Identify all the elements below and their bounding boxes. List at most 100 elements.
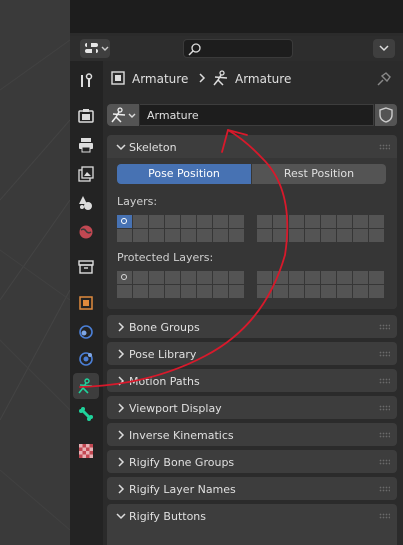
scene-tab[interactable] xyxy=(73,190,99,216)
drag-handle-icon[interactable] xyxy=(379,351,390,357)
skeleton-panel-header[interactable]: Skeleton xyxy=(107,135,397,158)
layer-toggle[interactable] xyxy=(165,215,180,228)
layer-toggle[interactable] xyxy=(337,215,352,228)
layer-toggle[interactable] xyxy=(213,229,228,242)
protected-layer-toggle[interactable] xyxy=(257,271,272,284)
layer-toggle[interactable] xyxy=(305,229,320,242)
protected-layer-toggle[interactable] xyxy=(305,271,320,284)
protected-layer-toggle[interactable] xyxy=(337,271,352,284)
protected-layer-toggle[interactable] xyxy=(353,285,368,298)
protected-layer-toggle[interactable] xyxy=(369,271,384,284)
drag-handle-icon[interactable] xyxy=(379,378,390,384)
layer-toggle[interactable] xyxy=(229,215,244,228)
pin-icon[interactable] xyxy=(376,71,392,87)
layer-toggle[interactable] xyxy=(197,215,212,228)
world-tab[interactable] xyxy=(73,219,99,245)
protected-layer-toggle[interactable] xyxy=(197,271,212,284)
layer-toggle[interactable] xyxy=(133,215,148,228)
layer-toggle[interactable] xyxy=(273,215,288,228)
inverse-kinematics-panel[interactable]: Inverse Kinematics xyxy=(107,423,397,446)
rigify-buttons-panel[interactable]: Rigify Buttons xyxy=(107,504,397,545)
layer-toggle[interactable] xyxy=(369,215,384,228)
layer-toggle[interactable] xyxy=(257,215,272,228)
layer-toggle[interactable] xyxy=(181,215,196,228)
layer-toggle[interactable] xyxy=(117,229,132,242)
protected-layer-toggle[interactable] xyxy=(213,285,228,298)
drag-handle-icon[interactable] xyxy=(379,486,390,492)
drag-handle-icon[interactable] xyxy=(379,324,390,330)
drag-handle-icon[interactable] xyxy=(379,405,390,411)
protected-layer-toggle[interactable] xyxy=(369,285,384,298)
bone-tab[interactable] xyxy=(73,401,99,427)
bone-groups-panel[interactable]: Bone Groups xyxy=(107,315,397,338)
protected-layer-toggle[interactable] xyxy=(181,285,196,298)
protected-layer-toggle[interactable] xyxy=(353,271,368,284)
layer-toggle[interactable] xyxy=(149,229,164,242)
layer-toggle[interactable] xyxy=(369,229,384,242)
output-tab[interactable] xyxy=(73,132,99,158)
layer-toggle[interactable] xyxy=(197,229,212,242)
render-tab[interactable] xyxy=(73,103,99,129)
protected-layer-toggle[interactable] xyxy=(213,271,228,284)
browse-armature-button[interactable] xyxy=(107,104,139,126)
pose-library-panel[interactable]: Pose Library xyxy=(107,342,397,365)
drag-handle-icon[interactable] xyxy=(379,513,390,519)
protected-layer-toggle[interactable] xyxy=(337,285,352,298)
3d-viewport[interactable] xyxy=(0,0,70,545)
texture-tab[interactable] xyxy=(73,438,99,464)
protected-layer-toggle[interactable] xyxy=(229,271,244,284)
modifiers-tab[interactable] xyxy=(73,319,99,345)
search-input[interactable] xyxy=(183,39,293,58)
layer-toggle[interactable] xyxy=(273,229,288,242)
protected-layer-toggle[interactable] xyxy=(321,285,336,298)
protected-layer-toggle[interactable] xyxy=(229,285,244,298)
viewport-display-panel[interactable]: Viewport Display xyxy=(107,396,397,419)
options-dropdown-button[interactable] xyxy=(373,39,395,58)
protected-layer-toggle[interactable] xyxy=(165,285,180,298)
motion-paths-panel[interactable]: Motion Paths xyxy=(107,369,397,392)
layer-toggle[interactable] xyxy=(257,229,272,242)
rest-position-button[interactable]: Rest Position xyxy=(252,164,386,184)
armature-name-field[interactable]: Armature xyxy=(140,104,374,126)
protected-layer-toggle[interactable] xyxy=(117,271,132,284)
layer-toggle[interactable] xyxy=(133,229,148,242)
layer-toggle[interactable] xyxy=(117,215,132,228)
layer-toggle[interactable] xyxy=(149,215,164,228)
physics-tab[interactable] xyxy=(73,346,99,372)
layer-toggle[interactable] xyxy=(353,229,368,242)
protected-layer-toggle[interactable] xyxy=(321,271,336,284)
protected-layer-toggle[interactable] xyxy=(273,271,288,284)
protected-layer-toggle[interactable] xyxy=(197,285,212,298)
protected-layer-toggle[interactable] xyxy=(273,285,288,298)
layer-toggle[interactable] xyxy=(289,229,304,242)
protected-layer-toggle[interactable] xyxy=(181,271,196,284)
layer-toggle[interactable] xyxy=(305,215,320,228)
drag-handle-icon[interactable] xyxy=(379,459,390,465)
layer-toggle[interactable] xyxy=(229,229,244,242)
protected-layer-toggle[interactable] xyxy=(165,271,180,284)
layer-toggle[interactable] xyxy=(321,215,336,228)
layer-toggle[interactable] xyxy=(181,229,196,242)
protected-layer-toggle[interactable] xyxy=(289,285,304,298)
editor-type-button[interactable] xyxy=(80,39,110,58)
layer-toggle[interactable] xyxy=(213,215,228,228)
rigify-bone-groups-panel[interactable]: Rigify Bone Groups xyxy=(107,450,397,473)
protected-layer-toggle[interactable] xyxy=(133,271,148,284)
pose-position-button[interactable]: Pose Position xyxy=(117,164,251,184)
object-data-tab[interactable] xyxy=(73,373,99,399)
layer-toggle[interactable] xyxy=(353,215,368,228)
protected-layer-toggle[interactable] xyxy=(289,271,304,284)
drag-handle-icon[interactable] xyxy=(379,432,390,438)
tool-tab[interactable] xyxy=(73,68,99,94)
protected-layer-toggle[interactable] xyxy=(257,285,272,298)
layer-toggle[interactable] xyxy=(289,215,304,228)
view-layer-tab[interactable] xyxy=(73,161,99,187)
layer-toggle[interactable] xyxy=(337,229,352,242)
collection-tab[interactable] xyxy=(73,254,99,280)
protected-layer-toggle[interactable] xyxy=(149,271,164,284)
object-tab[interactable] xyxy=(73,290,99,316)
protected-layer-toggle[interactable] xyxy=(149,285,164,298)
protected-layer-toggle[interactable] xyxy=(133,285,148,298)
layer-toggle[interactable] xyxy=(321,229,336,242)
rigify-layer-names-panel[interactable]: Rigify Layer Names xyxy=(107,477,397,500)
